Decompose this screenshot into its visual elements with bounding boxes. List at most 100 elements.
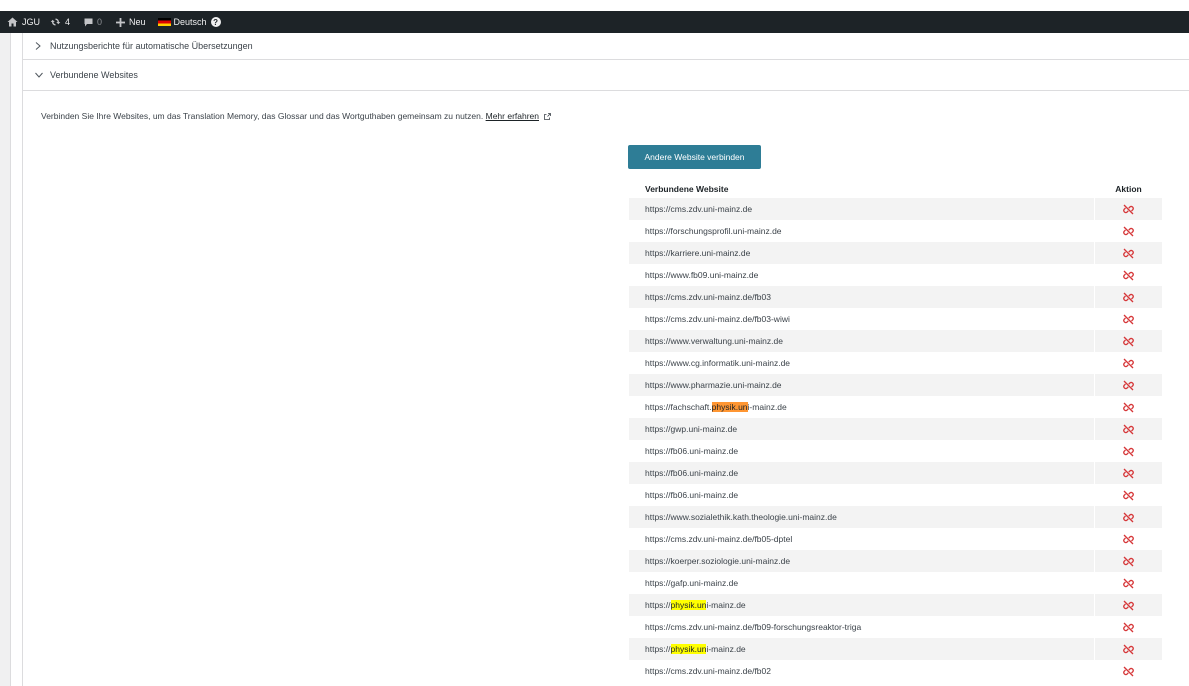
header-connected-site: Verbundene Website	[645, 184, 729, 194]
disconnect-icon	[1123, 556, 1134, 566]
language-label: Deutsch	[173, 17, 207, 27]
site-url-suffix: i-mainz.de	[706, 600, 746, 610]
connected-sites-label: Verbundene Websites	[50, 70, 138, 80]
disconnect-icon	[1123, 336, 1134, 346]
connected-sites-description: Verbinden Sie Ihre Websites, um das Tran…	[41, 111, 552, 122]
connected-sites-section-toggle[interactable]: Verbundene Websites	[23, 60, 1189, 91]
disconnect-icon	[1123, 314, 1134, 324]
site-url: https://cms.zdv.uni-mainz.de/fb05-dptel	[629, 528, 1095, 550]
site-url: https://www.pharmazie.uni-mainz.de	[629, 374, 1095, 396]
table-row: https://www.sozialethik.kath.theologie.u…	[629, 506, 1162, 528]
disconnect-site-button[interactable]	[1095, 314, 1162, 325]
site-url: https://gafp.uni-mainz.de	[629, 572, 1095, 594]
table-row: https://cms.zdv.uni-mainz.de/fb09-forsch…	[629, 616, 1162, 638]
disconnect-icon	[1123, 424, 1134, 434]
site-url: https://physik.un i-mainz.de	[629, 638, 1095, 660]
table-row: https://cms.zdv.uni-mainz.de/fb02	[629, 660, 1162, 682]
table-row: https://fb06.uni-mainz.de	[629, 462, 1162, 484]
disconnect-site-button[interactable]	[1095, 402, 1162, 413]
table-row: https://www.fb09.uni-mainz.de	[629, 264, 1162, 286]
learn-more-link[interactable]: Mehr erfahren	[486, 111, 539, 121]
table-row: https://fb06.uni-mainz.de	[629, 484, 1162, 506]
disconnect-site-button[interactable]	[1095, 622, 1162, 633]
updates-icon	[50, 18, 61, 26]
updates-link[interactable]: 4	[50, 17, 70, 27]
disconnect-icon	[1123, 402, 1134, 412]
site-url-prefix: https://fachschaft.	[645, 402, 712, 412]
disconnect-site-button[interactable]	[1095, 446, 1162, 457]
table-row: https://karriere.uni-mainz.de	[629, 242, 1162, 264]
table-row: https://physik.un i-mainz.de	[629, 638, 1162, 660]
table-row: https://cms.zdv.uni-mainz.de	[629, 198, 1162, 220]
disconnect-site-button[interactable]	[1095, 512, 1162, 523]
chevron-right-icon	[35, 42, 45, 50]
disconnect-site-button[interactable]	[1095, 644, 1162, 655]
table-row: https://gafp.uni-mainz.de	[629, 572, 1162, 594]
disconnect-icon	[1123, 666, 1134, 676]
table-row: https://physik.un i-mainz.de	[629, 594, 1162, 616]
site-home-link[interactable]: JGU	[7, 17, 40, 27]
disconnect-icon	[1123, 644, 1134, 654]
usage-reports-label: Nutzungsberichte für automatische Überse…	[50, 41, 253, 51]
usage-reports-section-toggle[interactable]: Nutzungsberichte für automatische Überse…	[23, 33, 1189, 60]
disconnect-icon	[1123, 248, 1134, 258]
site-url: https://www.sozialethik.kath.theologie.u…	[629, 506, 1095, 528]
disconnect-site-button[interactable]	[1095, 292, 1162, 303]
disconnect-icon	[1123, 512, 1134, 522]
disconnect-site-button[interactable]	[1095, 666, 1162, 677]
description-text: Verbinden Sie Ihre Websites, um das Tran…	[41, 111, 484, 121]
table-row: https://gwp.uni-mainz.de	[629, 418, 1162, 440]
site-url-prefix: https://	[645, 600, 671, 610]
disconnect-icon	[1123, 534, 1134, 544]
header-action: Aktion	[1115, 184, 1142, 194]
site-url: https://fb06.uni-mainz.de	[629, 484, 1095, 506]
table-row: https://cms.zdv.uni-mainz.de/fb03-wiwi	[629, 308, 1162, 330]
search-highlight: physik.un	[711, 402, 748, 412]
site-name: JGU	[22, 17, 40, 27]
disconnect-site-button[interactable]	[1095, 204, 1162, 215]
disconnect-site-button[interactable]	[1095, 534, 1162, 545]
disconnect-site-button[interactable]	[1095, 556, 1162, 567]
disconnect-icon	[1123, 578, 1134, 588]
site-url: https://cms.zdv.uni-mainz.de/fb02	[629, 660, 1095, 682]
disconnect-site-button[interactable]	[1095, 270, 1162, 281]
home-icon	[7, 17, 18, 27]
disconnect-icon	[1123, 226, 1134, 236]
new-label: Neu	[129, 17, 146, 27]
comments-link[interactable]: 0	[84, 17, 102, 27]
disconnect-site-button[interactable]	[1095, 424, 1162, 435]
disconnect-site-button[interactable]	[1095, 578, 1162, 589]
table-body: https://cms.zdv.uni-mainz.de https://fors…	[629, 198, 1162, 682]
disconnect-site-button[interactable]	[1095, 358, 1162, 369]
site-url: https://koerper.soziologie.uni-mainz.de	[629, 550, 1095, 572]
site-url: https://gwp.uni-mainz.de	[629, 418, 1095, 440]
connected-sites-table: Verbundene Website Aktion https://cms.zd…	[629, 180, 1162, 682]
new-content-button[interactable]: Neu	[116, 17, 146, 27]
admin-bar: JGU 4 0 Neu Deutsch ?	[0, 11, 1189, 33]
disconnect-icon	[1123, 292, 1134, 302]
disconnect-site-button[interactable]	[1095, 226, 1162, 237]
disconnect-icon	[1123, 490, 1134, 500]
disconnect-icon	[1123, 622, 1134, 632]
disconnect-icon	[1123, 358, 1134, 368]
disconnect-site-button[interactable]	[1095, 490, 1162, 501]
site-url-prefix: https://	[645, 644, 671, 654]
disconnect-site-button[interactable]	[1095, 468, 1162, 479]
table-row: https://www.verwaltung.uni-mainz.de	[629, 330, 1162, 352]
table-row: https://cms.zdv.uni-mainz.de/fb05-dptel	[629, 528, 1162, 550]
disconnect-site-button[interactable]	[1095, 248, 1162, 259]
disconnect-icon	[1123, 446, 1134, 456]
connect-other-site-button[interactable]: Andere Website verbinden	[628, 145, 761, 169]
search-highlight: physik.un	[670, 600, 707, 610]
site-url: https://fachschaft. physik.un i-mainz.de	[629, 396, 1095, 418]
help-icon[interactable]: ?	[210, 17, 221, 27]
disconnect-icon	[1123, 380, 1134, 390]
site-url: https://www.verwaltung.uni-mainz.de	[629, 330, 1095, 352]
disconnect-site-button[interactable]	[1095, 336, 1162, 347]
table-row: https://forschungsprofil.uni-mainz.de	[629, 220, 1162, 242]
external-link-icon	[544, 112, 552, 122]
disconnect-site-button[interactable]	[1095, 600, 1162, 611]
updates-count: 4	[65, 17, 71, 27]
language-switcher[interactable]: Deutsch ?	[157, 17, 221, 27]
disconnect-site-button[interactable]	[1095, 380, 1162, 391]
